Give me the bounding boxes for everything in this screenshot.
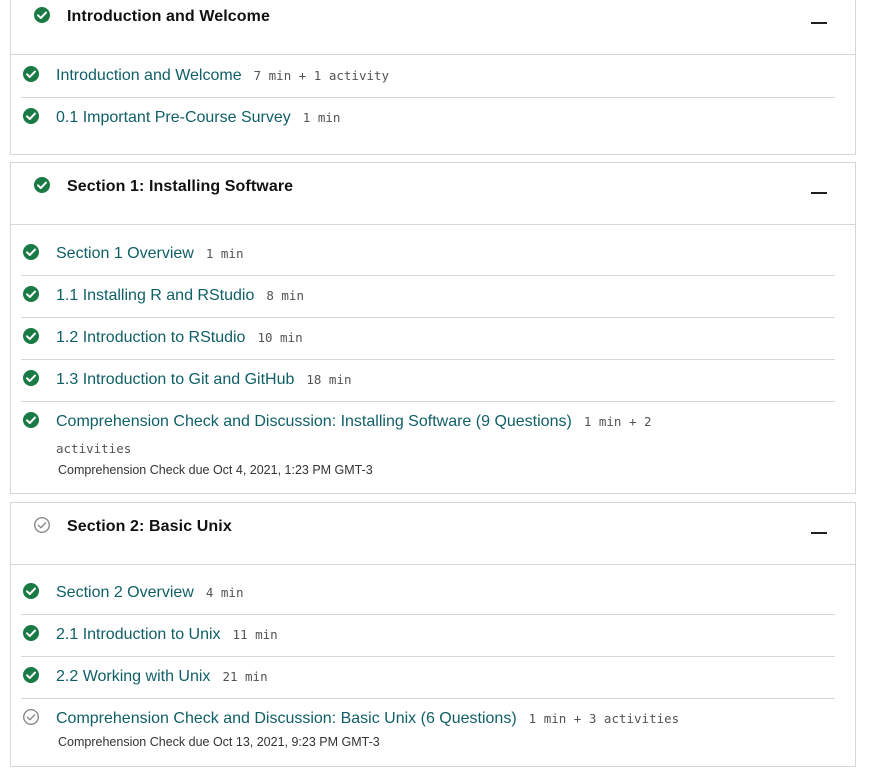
check-circle-icon [22,327,40,345]
item-link[interactable]: 2.1 Introduction to Unix 11 min [56,626,278,644]
item-link[interactable]: Section 2 Overview 4 min [56,584,243,602]
due-date: Comprehension Check due Oct 4, 2021, 1:2… [58,463,373,477]
check-circle-icon [22,243,40,261]
list-item: 2.1 Introduction to Unix 11 min [21,614,835,657]
item-title[interactable]: Section 1 Overview [56,245,194,262]
list-item: 2.2 Working with Unix 21 min [21,656,835,699]
item-duration: 11 min [232,627,278,642]
check-circle-icon [33,176,51,194]
item-duration: 21 min [222,669,268,684]
item-title[interactable]: Section 2 Overview [56,584,194,601]
item-duration: 1 min [302,110,341,125]
item-title[interactable]: Comprehension Check and Discussion: Inst… [56,413,572,430]
item-title[interactable]: 2.2 Working with Unix [56,668,210,685]
minus-icon[interactable] [811,185,827,201]
check-circle-outline-icon [22,708,40,726]
item-duration-wrap: activities [56,441,132,456]
check-circle-icon [22,107,40,125]
check-circle-icon [22,666,40,684]
check-circle-icon [33,6,51,24]
item-link[interactable]: 1.3 Introduction to Git and GitHub 18 min [56,371,352,389]
check-circle-outline-icon [33,516,51,534]
list-item: 1.3 Introduction to Git and GitHub 18 min [21,359,835,402]
item-title[interactable]: 1.2 Introduction to RStudio [56,329,245,346]
section-title: Introduction and Welcome [67,8,271,25]
list-item: Comprehension Check and Discussion: Basi… [21,698,835,764]
list-item: 0.1 Important Pre-Course Survey 1 min [21,97,835,139]
item-duration: 7 min + 1 activity [253,68,390,83]
section-header[interactable]: Section 2: Basic Unix [11,503,855,565]
item-duration: 8 min [266,288,304,303]
item-duration: 1 min + 3 activities [528,711,680,726]
item-link[interactable]: 2.2 Working with Unix 21 min [56,668,268,686]
item-link[interactable]: 0.1 Important Pre-Course Survey 1 min [56,109,340,127]
check-circle-icon [22,369,40,387]
list-item: 1.1 Installing R and RStudio 8 min [21,275,835,318]
list-item: Introduction and Welcome 7 min + 1 activi… [21,55,835,98]
item-title[interactable]: Comprehension Check and Discussion: Basi… [56,710,517,727]
item-link[interactable]: Comprehension Check and Discussion: Inst… [56,413,652,431]
check-circle-icon [22,285,40,303]
item-link[interactable]: Introduction and Welcome 7 min + 1 activi… [56,67,389,85]
minus-icon[interactable] [811,15,827,31]
check-circle-icon [22,65,40,83]
check-circle-icon [22,624,40,642]
item-title[interactable]: 2.1 Introduction to Unix [56,626,221,643]
list-item: Comprehension Check and Discussion: Inst… [21,401,835,491]
item-title[interactable]: 1.3 Introduction to Git and GitHub [56,371,294,388]
section-introduction: Introduction and Welcome Introduction an… [10,0,856,155]
item-link[interactable]: Comprehension Check and Discussion: Basi… [56,710,679,728]
list-item: Section 2 Overview 4 min [21,565,835,615]
item-duration: 4 min [205,585,244,600]
list-item: 1.2 Introduction to RStudio 10 min [21,317,835,360]
section-installing-software: Section 1: Installing Software Section 1… [10,162,856,494]
section-title: Section 2: Basic Unix [67,518,232,535]
item-duration: 1 min [205,246,244,261]
item-duration: 10 min [257,330,303,345]
minus-icon[interactable] [811,525,827,541]
section-title: Section 1: Installing Software [67,178,294,195]
item-title[interactable]: 1.1 Installing R and RStudio [56,287,254,304]
item-duration: 1 min + 2 [583,414,652,429]
check-circle-icon [22,411,40,429]
item-title[interactable]: Introduction and Welcome [56,67,242,84]
due-date: Comprehension Check due Oct 13, 2021, 9:… [58,735,380,749]
item-title[interactable]: 0.1 Important Pre-Course Survey [56,109,291,126]
section-header[interactable]: Introduction and Welcome [11,0,855,55]
check-circle-icon [22,582,40,600]
section-header[interactable]: Section 1: Installing Software [11,163,855,225]
list-item: Section 1 Overview 1 min [21,225,835,276]
item-link[interactable]: Section 1 Overview 1 min [56,245,243,263]
item-link[interactable]: 1.2 Introduction to RStudio 10 min [56,329,303,347]
section-basic-unix: Section 2: Basic Unix Section 2 Overview… [10,502,856,767]
item-link[interactable]: 1.1 Installing R and RStudio 8 min [56,287,304,305]
item-duration: 18 min [306,372,352,387]
